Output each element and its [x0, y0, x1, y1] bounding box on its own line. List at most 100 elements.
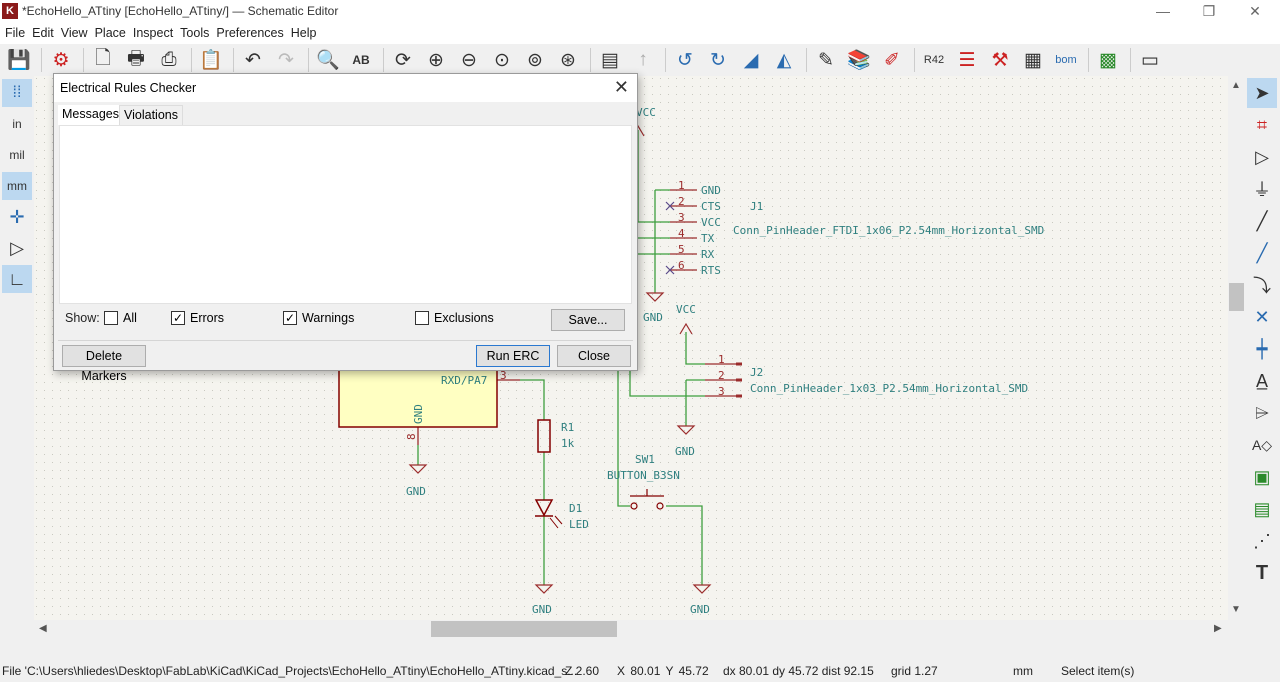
close-window-button[interactable]: ✕: [1232, 0, 1278, 22]
rotate-ccw-icon[interactable]: ↺: [670, 45, 700, 75]
j1-reference[interactable]: J1: [750, 200, 763, 213]
mirror-vertical-icon[interactable]: ◢: [736, 45, 766, 75]
annotate-icon[interactable]: ✐: [877, 45, 907, 75]
j2-value[interactable]: Conn_PinHeader_1x03_P2.54mm_Horizontal_S…: [750, 382, 1028, 395]
no-connect-icon[interactable]: ✕: [1247, 302, 1277, 332]
menu-help[interactable]: Help: [289, 26, 322, 40]
menu-view[interactable]: View: [59, 26, 93, 40]
refresh-icon[interactable]: ⟳: [388, 45, 418, 75]
menu-preferences[interactable]: Preferences: [214, 26, 288, 40]
j1-pin-name: RTS: [701, 264, 721, 277]
horizontal-scroll-thumb[interactable]: [431, 621, 617, 637]
checkbox-unchecked[interactable]: [415, 311, 429, 325]
open-pcb-icon[interactable]: ▩: [1093, 45, 1123, 75]
checkbox-checked[interactable]: ✓: [171, 311, 185, 325]
filter-all-checkbox[interactable]: All: [104, 311, 137, 325]
zoom-in-icon[interactable]: ⊕: [421, 45, 451, 75]
checkbox-checked[interactable]: ✓: [283, 311, 297, 325]
rotate-cw-icon[interactable]: ↻: [703, 45, 733, 75]
page-settings-icon[interactable]: 🗋: [88, 45, 118, 75]
vertical-scrollbar[interactable]: ▲ ▼: [1228, 76, 1245, 620]
grid-toggle-icon[interactable]: ⁞⁞: [2, 79, 32, 107]
menu-tools[interactable]: Tools: [178, 26, 214, 40]
filter-warnings-checkbox[interactable]: ✓ Warnings: [283, 311, 354, 325]
vertical-scroll-thumb[interactable]: [1229, 283, 1244, 311]
j1-value[interactable]: Conn_PinHeader_FTDI_1x06_P2.54mm_Horizon…: [733, 224, 1044, 237]
undo-icon[interactable]: ↶: [238, 45, 268, 75]
menu-file[interactable]: File: [3, 26, 30, 40]
redo-icon[interactable]: ↷: [271, 45, 301, 75]
print-icon[interactable]: 🖶: [121, 45, 151, 75]
minimize-button[interactable]: —: [1140, 0, 1186, 22]
tab-violations[interactable]: Violations: [119, 105, 183, 125]
bus-entry-icon[interactable]: ⤵: [1247, 270, 1277, 300]
j2-reference[interactable]: J2: [750, 366, 763, 379]
zoom-fit-icon[interactable]: ⊙: [487, 45, 517, 75]
highlight-net-icon[interactable]: ⌗: [1247, 110, 1277, 140]
filter-errors-checkbox[interactable]: ✓ Errors: [171, 311, 224, 325]
assign-footprints-icon[interactable]: ☰: [952, 45, 982, 75]
filter-exclusions-checkbox[interactable]: Exclusions: [415, 311, 494, 325]
menu-edit[interactable]: Edit: [30, 26, 59, 40]
save-icon[interactable]: 💾: [4, 45, 34, 75]
menu-inspect[interactable]: Inspect: [131, 26, 178, 40]
plot-icon[interactable]: ⎙: [154, 45, 184, 75]
save-button[interactable]: Save...: [551, 309, 625, 331]
close-button[interactable]: Close: [557, 345, 631, 367]
j1-pin-name: CTS: [701, 200, 721, 213]
bom-icon[interactable]: bom: [1051, 45, 1081, 75]
hidden-pins-icon[interactable]: ▷: [2, 234, 32, 262]
orthogonal-lines-icon[interactable]: ∟: [2, 265, 32, 293]
checkbox-unchecked[interactable]: [104, 311, 118, 325]
j2-pin-num: 1: [718, 353, 725, 366]
d1-reference[interactable]: D1: [569, 502, 582, 515]
graphic-line-icon[interactable]: ⋰: [1247, 526, 1277, 556]
cursor-crosshair-icon[interactable]: ✛: [2, 203, 32, 231]
junction-icon[interactable]: ┿: [1247, 334, 1277, 364]
r1-value[interactable]: 1k: [561, 437, 575, 450]
import-sheet-pin-icon[interactable]: ▤: [1247, 494, 1277, 524]
scripting-console-icon[interactable]: ▭: [1135, 45, 1165, 75]
j1-pin-name: TX: [701, 232, 715, 245]
filter-label: Errors: [190, 311, 225, 325]
sw1-value[interactable]: BUTTON_B3SN: [607, 469, 680, 482]
find-icon[interactable]: 🔍: [313, 45, 343, 75]
add-text-icon[interactable]: T: [1247, 558, 1277, 588]
add-power-icon[interactable]: ⏚: [1247, 174, 1277, 204]
add-wire-icon[interactable]: ╱: [1247, 206, 1277, 236]
horizontal-scrollbar[interactable]: ◀ ▶: [34, 620, 1228, 638]
units-in-icon[interactable]: in: [2, 110, 32, 138]
delete-markers-button[interactable]: Delete Markers: [62, 345, 146, 383]
mirror-horizontal-icon[interactable]: ◭: [769, 45, 799, 75]
edit-fields-icon[interactable]: ⚒: [985, 45, 1015, 75]
d1-value[interactable]: LED: [569, 518, 589, 531]
select-icon[interactable]: ➤: [1247, 78, 1277, 108]
schematic-setup-icon[interactable]: ⚙: [46, 45, 76, 75]
symbol-browser-icon[interactable]: 📚: [844, 45, 874, 75]
units-mm-icon[interactable]: mm: [2, 172, 32, 200]
find-replace-icon[interactable]: AB: [346, 45, 376, 75]
run-erc-button[interactable]: Run ERC: [476, 345, 550, 367]
zoom-out-icon[interactable]: ⊖: [454, 45, 484, 75]
erc-icon[interactable]: R42: [919, 45, 949, 75]
dialog-close-icon[interactable]: ✕: [614, 77, 629, 98]
restore-button[interactable]: ❐: [1186, 0, 1232, 22]
add-bus-icon[interactable]: ╱: [1247, 238, 1277, 268]
sw1-reference[interactable]: SW1: [635, 453, 655, 466]
add-symbol-icon[interactable]: ▷: [1247, 142, 1277, 172]
bom-table-icon[interactable]: ▦: [1018, 45, 1048, 75]
global-label-icon[interactable]: ⌲: [1247, 398, 1277, 428]
zoom-objects-icon[interactable]: ⊚: [520, 45, 550, 75]
add-sheet-icon[interactable]: ▣: [1247, 462, 1277, 492]
hierarchical-label-icon[interactable]: A◇: [1247, 430, 1277, 460]
leave-sheet-icon[interactable]: ↑: [628, 45, 658, 75]
paste-icon[interactable]: 📋: [196, 45, 226, 75]
units-mil-icon[interactable]: mil: [2, 141, 32, 169]
r1-reference[interactable]: R1: [561, 421, 574, 434]
menu-place[interactable]: Place: [93, 26, 131, 40]
tab-messages[interactable]: Messages: [58, 105, 123, 125]
symbol-editor-icon[interactable]: ✎: [811, 45, 841, 75]
net-label-icon[interactable]: A̲: [1247, 366, 1277, 396]
hierarchy-icon[interactable]: ▤: [595, 45, 625, 75]
zoom-selection-icon[interactable]: ⊛: [553, 45, 583, 75]
